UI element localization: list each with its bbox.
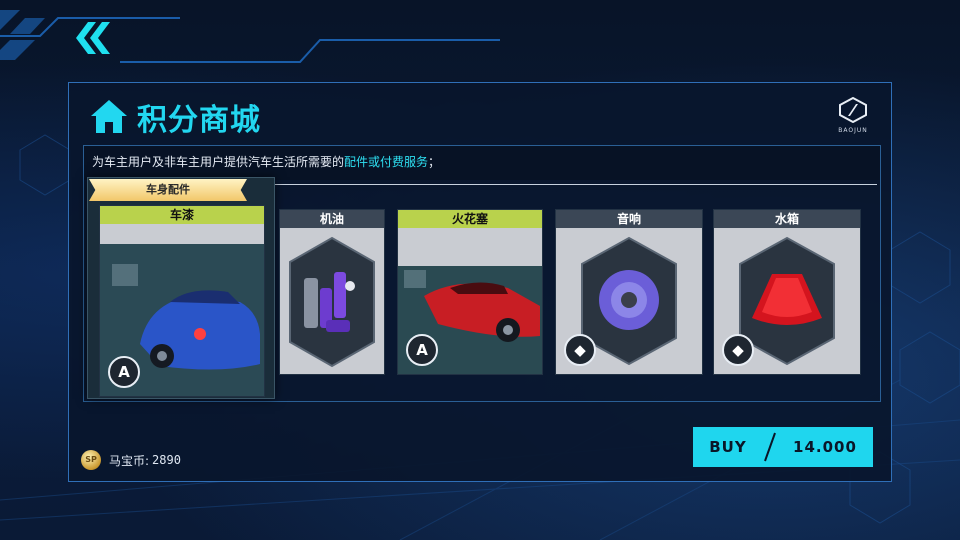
brand-logo: BAOJUN [833, 96, 873, 134]
card-label: 车漆 [100, 206, 264, 224]
wallet-label: 马宝币: [109, 453, 150, 468]
shield-badge-icon: ◆ [564, 334, 596, 366]
points-mall-panel: 积分商城 BAOJUN 为车主用户及非车主用户提供汽车生活所需要的配件或付费服务… [68, 82, 892, 482]
alpha-badge-icon: A [406, 334, 438, 366]
product-card-spark-plug[interactable]: 火花塞 A [397, 209, 543, 375]
product-card-paint[interactable]: 车漆 A [99, 205, 265, 397]
card-image [280, 228, 384, 374]
description-bar: 为车主用户及非车主用户提供汽车生活所需要的配件或付费服务； [83, 145, 881, 180]
buy-button[interactable]: BUY 14.000 [693, 427, 873, 467]
buy-separator [763, 427, 777, 467]
category-ribbon[interactable]: 车身配件 [89, 179, 247, 201]
buy-price: 14.000 [793, 438, 857, 456]
product-card-radiator[interactable]: 水箱 ◆ [713, 209, 861, 375]
sp-coin-icon: SP [81, 450, 101, 470]
brand-text: BAOJUN [838, 127, 868, 134]
wallet: SP 马宝币: 2890 [81, 447, 181, 473]
panel-header: 积分商城 [89, 95, 261, 139]
oil-bottles-image [289, 236, 375, 368]
wallet-balance: 2890 [152, 453, 181, 467]
description: 为车主用户及非车主用户提供汽车生活所需要的配件或付费服务； [92, 153, 440, 170]
description-text: 为车主用户及非车主用户提供汽车生活所需要的 [92, 155, 345, 169]
buy-label: BUY [709, 438, 747, 456]
description-highlight[interactable]: 配件或付费服务 [344, 155, 428, 169]
card-label: 火花塞 [398, 210, 542, 228]
card-label: 机油 [280, 210, 384, 228]
baojun-logo-icon [839, 96, 867, 124]
product-card-audio[interactable]: 音响 ◆ [555, 209, 703, 375]
card-label: 音响 [556, 210, 702, 228]
description-suffix: ； [428, 155, 441, 169]
alpha-badge-icon: A [108, 356, 140, 388]
page-title: 积分商城 [137, 103, 261, 138]
product-card-oil[interactable]: 机油 [279, 209, 385, 375]
shield-badge-icon: ◆ [722, 334, 754, 366]
home-icon [91, 100, 127, 133]
card-label: 水箱 [714, 210, 860, 228]
back-button[interactable] [70, 18, 114, 58]
double-chevron-left-icon [76, 22, 110, 54]
